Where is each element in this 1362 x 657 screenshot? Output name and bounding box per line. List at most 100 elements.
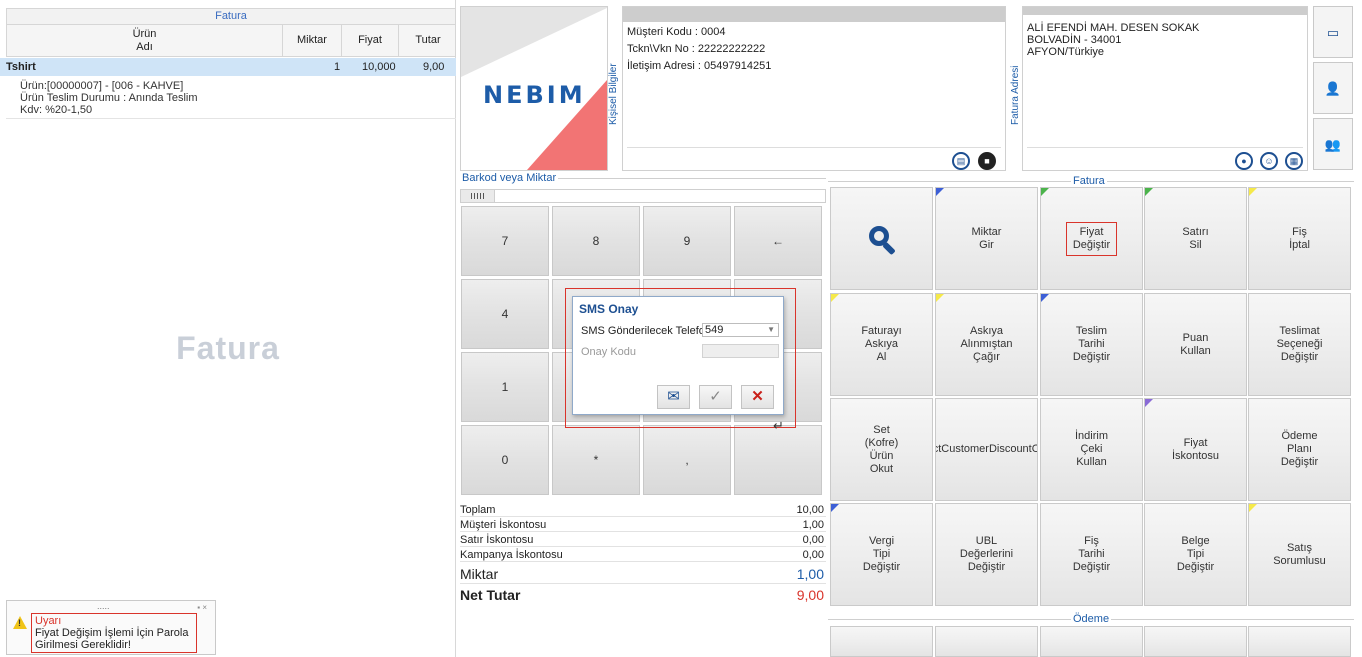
payment-button[interactable] [1040, 626, 1143, 657]
use-points-button[interactable]: Puan Kullan [1144, 293, 1247, 396]
column-header-price[interactable]: Fiyat [342, 25, 399, 56]
send-sms-icon: ✉ [667, 388, 680, 405]
popup-controls[interactable]: ▪ × [197, 603, 207, 612]
button-label: Miktar Gir [971, 225, 1002, 251]
row-detail: Ürün:[00000007] - [006 - KAHVE] Ürün Tes… [20, 80, 198, 116]
customer-search-button[interactable]: 👤 [1313, 62, 1353, 114]
customer-name-bar [623, 7, 1005, 22]
phone-select[interactable]: 549 ▼ [702, 323, 779, 337]
location-pin-icon[interactable]: ● [1235, 152, 1253, 170]
button-label: İndirim Çeki Kullan [1074, 430, 1108, 468]
suspend-invoice-button[interactable]: Faturayı Askıya Al [830, 293, 933, 396]
numpad-key-8[interactable]: 8 [552, 206, 640, 276]
calculator-icon[interactable]: ▦ [1285, 152, 1303, 170]
enter-quantity-button[interactable]: Miktar Gir [935, 187, 1038, 290]
warning-message: Fiyat Değişim İşlemi İçin Parola Girilme… [35, 627, 189, 651]
numpad-key-1[interactable]: 1 [461, 352, 549, 422]
numpad-key-backspace[interactable]: ← [734, 206, 822, 276]
customer-discount-button[interactable]: ctCustomerDiscountO [935, 398, 1038, 501]
corner-marker [1249, 188, 1257, 196]
price-discount-button[interactable]: Fiyat İskontosu [1144, 398, 1247, 501]
scan-set-product-button[interactable]: Set (Kofre) Ürün Okut [830, 398, 933, 501]
code-label: Onay Kodu [581, 346, 637, 358]
warning-icon [13, 616, 27, 629]
button-label: Faturayı Askıya Al [861, 325, 902, 363]
warning-message-box: Uyarı Fiyat Değişim İşlemi İçin Parola G… [31, 613, 197, 653]
logo-grey-triangle [461, 7, 607, 77]
resend-sms-button[interactable]: ✉ [657, 385, 690, 409]
column-header-total[interactable]: Tutar [399, 25, 457, 56]
address-line-2: BOLVADİN - 34001 [1027, 34, 1122, 46]
id-card-icon: ▭ [1326, 25, 1340, 40]
chevron-down-icon[interactable]: ▼ [767, 324, 775, 336]
invoice-panel: Fatura Ürün Adı Miktar Fiyat Tutar Tshir… [0, 0, 456, 657]
barcode-input[interactable] [460, 189, 826, 203]
change-receipt-date-button[interactable]: Fiş Tarihi Değiştir [1040, 503, 1143, 606]
customer-code: Müşteri Kodu : 0004 [627, 26, 726, 38]
invoice-grid-header: Ürün Adı Miktar Fiyat Tutar [6, 25, 456, 57]
code-input[interactable] [702, 344, 779, 358]
total-row: Toplam 10,00 [460, 503, 826, 517]
recall-suspended-button[interactable]: Askıya Alınmıştan Çağır [935, 293, 1038, 396]
numpad-key-9[interactable]: 9 [643, 206, 731, 276]
campaign-discount-value: 0,00 [802, 549, 824, 561]
net-total-row: Net Tutar 9,00 [460, 586, 826, 605]
qty-row: Miktar 1,00 [460, 565, 826, 584]
product-search-button[interactable] [830, 187, 933, 290]
customer-discount-label: Müşteri İskontosu [460, 519, 547, 531]
payment-button[interactable] [1248, 626, 1351, 657]
payment-button[interactable] [935, 626, 1038, 657]
barcode-label: Barkod veya Miktar [460, 172, 559, 184]
customer-contact: İletişim Adresi : 05497914251 [627, 60, 772, 72]
contacts-icon[interactable]: ☺ [1260, 152, 1278, 170]
sales-person-button[interactable]: Satış Sorumlusu [1248, 503, 1351, 606]
delete-line-button[interactable]: Satırı Sil [1144, 187, 1247, 290]
numpad-key-enter[interactable] [734, 425, 822, 495]
qty-value: 1,00 [796, 566, 824, 582]
total-value: 10,00 [796, 504, 824, 516]
customer-add-button[interactable]: 👥 [1313, 118, 1353, 170]
row-price: 10,000 [362, 61, 396, 73]
invoice-grid-title: Fatura [6, 8, 456, 25]
button-label: Fiyat Değiştir [1065, 221, 1118, 256]
confirm-button[interactable]: ✓ [699, 385, 732, 409]
payment-button[interactable] [830, 626, 933, 657]
numpad-key-0[interactable]: 0 [461, 425, 549, 495]
printer-icon[interactable]: ■ [978, 152, 996, 170]
numpad-key-star[interactable]: * [552, 425, 640, 495]
id-card-icon[interactable]: ▤ [952, 152, 970, 170]
change-payment-plan-button[interactable]: Ödeme Planı Değiştir [1248, 398, 1351, 501]
payment-button[interactable] [1144, 626, 1247, 657]
button-label: Fiş Tarihi Değiştir [1072, 535, 1111, 573]
detail-line: Kdv: %20-1,50 [20, 104, 93, 116]
change-document-type-button[interactable]: Belge Tipi Değiştir [1144, 503, 1247, 606]
divider [6, 118, 456, 119]
button-label: Satış Sorumlusu [1273, 541, 1326, 567]
change-delivery-option-button[interactable]: Teslimat Seçeneği Değiştir [1248, 293, 1351, 396]
column-header-qty[interactable]: Miktar [283, 25, 342, 56]
button-label: Set (Kofre) Ürün Okut [864, 423, 899, 475]
cancel-button[interactable]: ✕ [741, 385, 774, 409]
change-ubl-values-button[interactable]: UBL Değerlerini Değiştir [935, 503, 1038, 606]
corner-marker [1145, 399, 1153, 407]
column-header-product[interactable]: Ürün Adı [7, 25, 283, 56]
numpad-key-7[interactable]: 7 [461, 206, 549, 276]
campaign-discount-label: Kampanya İskontosu [460, 549, 563, 561]
button-label: ctCustomerDiscountO [935, 443, 1038, 455]
numpad-key-4[interactable]: 4 [461, 279, 549, 349]
button-label: Puan Kullan [1180, 331, 1211, 357]
change-delivery-date-button[interactable]: Teslim Tarihi Değiştir [1040, 293, 1143, 396]
net-total-value: 9,00 [796, 587, 824, 603]
use-discount-voucher-button[interactable]: İndirim Çeki Kullan [1040, 398, 1143, 501]
cancel-receipt-button[interactable]: Fiş İptal [1248, 187, 1351, 290]
change-tax-type-button[interactable]: Vergi Tipi Değiştir [830, 503, 933, 606]
change-price-button[interactable]: Fiyat Değiştir [1040, 187, 1143, 290]
popup-grip[interactable]: ..... [97, 601, 110, 611]
qty-label: Miktar [460, 566, 499, 582]
customer-card-button[interactable]: ▭ [1313, 6, 1353, 58]
company-logo: NEBIM [460, 6, 608, 171]
numpad-key-comma[interactable]: , [643, 425, 731, 495]
button-label: Fiyat İskontosu [1171, 436, 1220, 462]
table-row[interactable]: Tshirt 1 10,000 9,00 [0, 58, 456, 76]
divider [1027, 147, 1303, 148]
